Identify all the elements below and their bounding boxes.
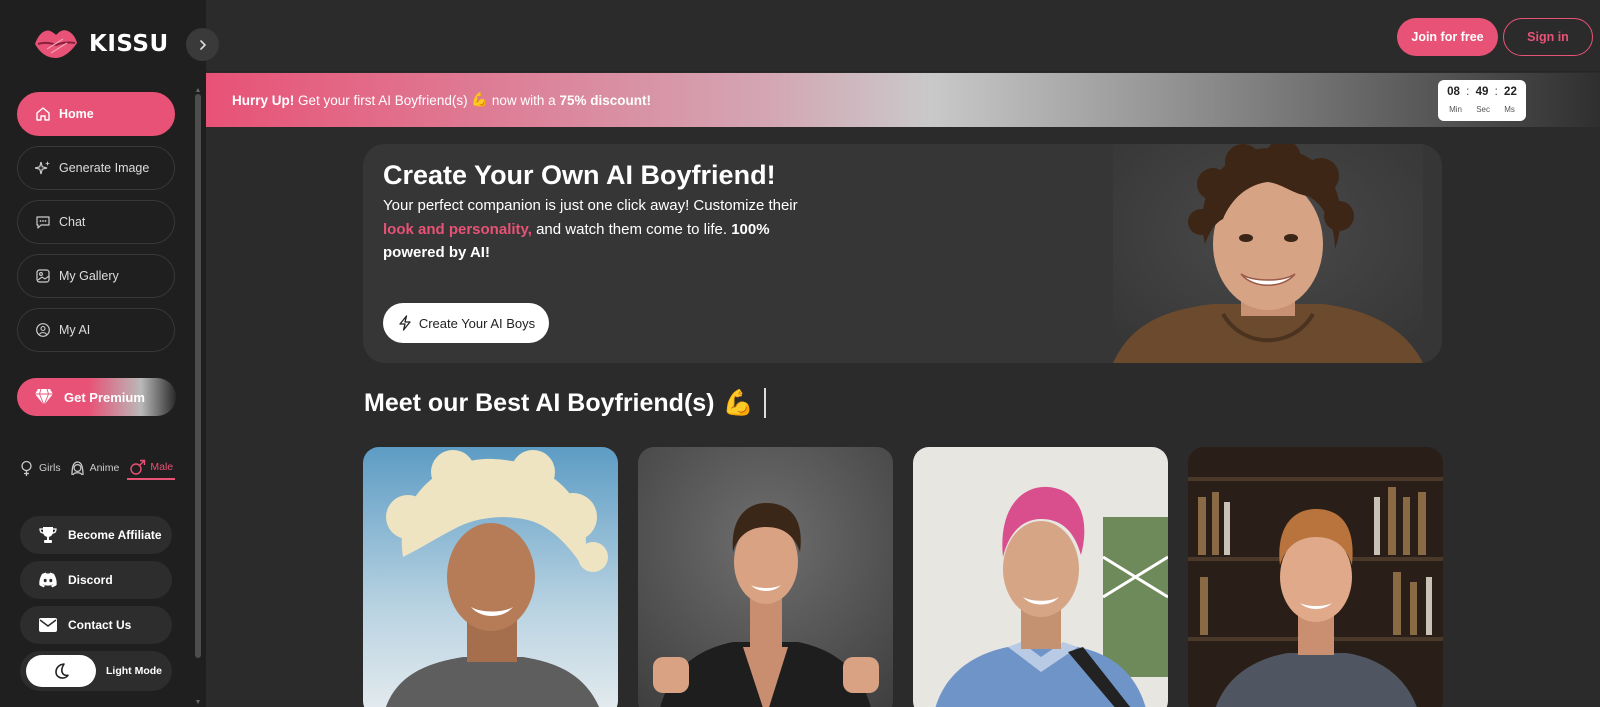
sign-in-button[interactable]: Sign in — [1503, 18, 1593, 56]
get-premium-button[interactable]: Get Premium — [17, 378, 176, 416]
timer-ms-label: Ms — [1504, 105, 1515, 114]
create-ai-boys-button[interactable]: Create Your AI Boys — [383, 303, 549, 343]
become-affiliate-button[interactable]: Become Affiliate — [20, 516, 172, 554]
sidebar-item-label: My AI — [59, 323, 91, 337]
discord-label: Discord — [68, 573, 113, 587]
hero-banner: Create Your Own AI Boyfriend! Your perfe… — [363, 144, 1442, 363]
hero-text-part: and watch them come to life. — [531, 220, 732, 238]
chat-icon — [36, 216, 50, 229]
anime-icon — [70, 460, 84, 475]
hero-title: Create Your Own AI Boyfriend! — [383, 160, 776, 190]
brand-name: KISSU — [89, 31, 169, 57]
lips-logo-icon — [35, 30, 77, 58]
timer-separator: : — [1466, 86, 1470, 98]
top-header: Join for free Sign in — [206, 0, 1600, 72]
section-title-text: Meet our Best AI Boyfriend(s) — [364, 388, 715, 417]
male-icon — [130, 459, 146, 475]
promo-text: Get your first AI Boyfriend(s) — [294, 92, 472, 108]
text-cursor — [763, 388, 766, 418]
character-card[interactable] — [638, 447, 893, 707]
section-title: Meet our Best AI Boyfriend(s) 💪 — [364, 388, 766, 418]
timer-sec: 49 — [1475, 86, 1489, 98]
sidebar-item-generate-image[interactable]: Generate Image — [17, 146, 175, 190]
promo-discount: 75% discount! — [559, 92, 651, 108]
sidebar-item-label: Chat — [59, 215, 86, 229]
contact-us-button[interactable]: Contact Us — [20, 606, 172, 644]
sidebar-scrollbar[interactable]: ▲ ▼ — [194, 87, 202, 707]
sidebar-item-label: Home — [59, 107, 94, 121]
character-card[interactable] — [913, 447, 1168, 707]
promo-hurry: Hurry Up! — [232, 92, 295, 108]
gallery-icon — [36, 269, 50, 283]
diamond-icon — [35, 388, 53, 406]
join-for-free-button[interactable]: Join for free — [1397, 18, 1498, 56]
female-icon — [21, 460, 32, 476]
timer-separator: : — [1494, 86, 1498, 98]
category-girls[interactable]: Girls — [18, 456, 61, 480]
lightning-icon — [399, 315, 411, 331]
discord-icon — [39, 572, 57, 588]
sidebar-extras: Become Affiliate Discord Contact Us Ligh… — [20, 516, 172, 691]
trophy-icon — [39, 527, 57, 543]
category-label: Girls — [39, 462, 61, 474]
theme-switcher: Light Mode — [20, 651, 172, 691]
promo-text-middle: now with a — [488, 92, 560, 108]
character-photo-bar — [1188, 447, 1443, 707]
sidebar-nav: Home Generate Image Chat My Gallery My A… — [17, 92, 175, 362]
hero-description: Your perfect companion is just one click… — [383, 194, 803, 265]
sidebar-item-home[interactable]: Home — [17, 92, 175, 136]
promo-banner[interactable]: Hurry Up! Get your first AI Boyfriend(s)… — [206, 73, 1600, 127]
character-photo-pink-hair — [913, 447, 1168, 707]
hero-portrait-image — [1113, 144, 1423, 363]
category-male[interactable]: Male — [127, 456, 176, 480]
app-root: KISSU Home Generate Image Chat My Galler… — [0, 0, 1600, 707]
theme-label: Light Mode — [106, 665, 162, 677]
countdown-timer: 08 : 49 : 22 Min Sec Ms — [1438, 80, 1526, 121]
sidebar-item-my-gallery[interactable]: My Gallery — [17, 254, 175, 298]
category-label: Male — [150, 461, 174, 473]
category-anime[interactable]: Anime — [69, 456, 120, 480]
sidebar-item-my-ai[interactable]: My AI — [17, 308, 175, 352]
moon-icon — [55, 663, 69, 679]
timer-min-label: Min — [1449, 105, 1462, 114]
premium-label: Get Premium — [64, 389, 145, 405]
theme-toggle[interactable] — [26, 655, 96, 687]
character-card[interactable] — [1188, 447, 1443, 707]
flexed-biceps-icon: 💪 — [722, 388, 754, 417]
sparkle-icon — [35, 161, 50, 175]
flexed-biceps-icon: 💪 — [471, 92, 489, 107]
category-switcher: Girls Anime Male — [18, 456, 183, 480]
timer-min: 08 — [1447, 86, 1460, 98]
character-photo-blond — [363, 447, 618, 707]
sidebar-item-chat[interactable]: Chat — [17, 200, 175, 244]
character-photo-hoodie — [638, 447, 893, 707]
character-grid — [363, 447, 1443, 707]
sidebar-collapse-button[interactable] — [186, 28, 219, 61]
character-card[interactable] — [363, 447, 618, 707]
sidebar-item-label: My Gallery — [59, 269, 119, 283]
discord-button[interactable]: Discord — [20, 561, 172, 599]
hero-highlight: look and personality, — [383, 220, 532, 238]
chevron-right-icon — [199, 39, 206, 50]
scroll-down-icon[interactable]: ▼ — [194, 699, 202, 706]
user-badge-icon — [36, 323, 50, 337]
hero-button-label: Create Your AI Boys — [418, 315, 536, 331]
timer-ms: 22 — [1504, 86, 1517, 98]
hero-text-part: Your perfect companion is just one click… — [383, 197, 798, 214]
scroll-thumb[interactable] — [195, 94, 201, 658]
timer-sec-label: Sec — [1476, 105, 1490, 114]
contact-label: Contact Us — [68, 618, 132, 632]
mail-icon — [39, 618, 57, 632]
category-label: Anime — [89, 462, 120, 474]
logo[interactable]: KISSU — [33, 26, 169, 62]
sidebar: KISSU Home Generate Image Chat My Galler… — [0, 0, 206, 707]
home-icon — [36, 107, 50, 121]
sidebar-item-label: Generate Image — [59, 161, 150, 175]
affiliate-label: Become Affiliate — [68, 528, 162, 542]
